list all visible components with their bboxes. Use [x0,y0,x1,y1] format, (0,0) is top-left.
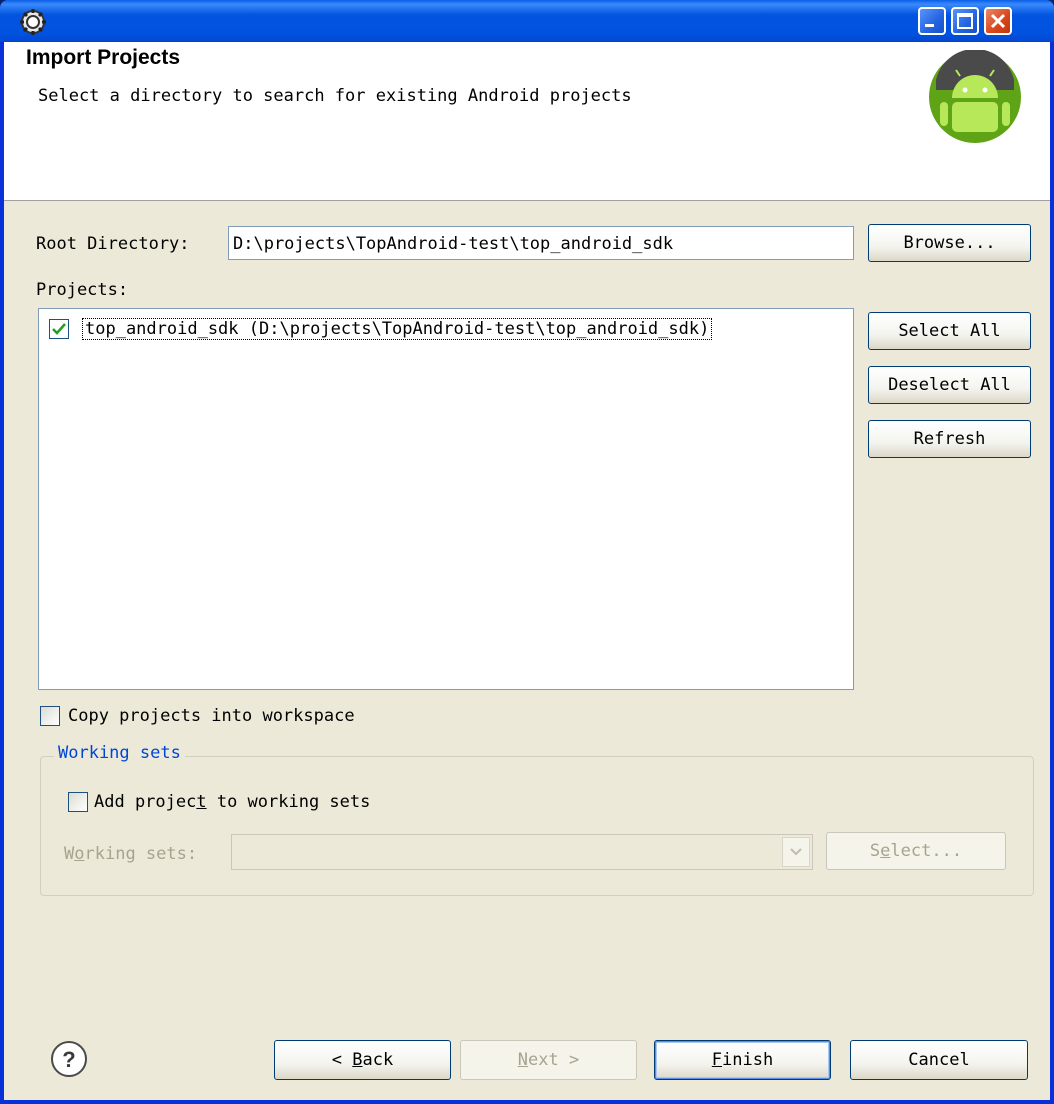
maximize-button[interactable] [951,7,979,35]
checkmark-icon [52,323,66,335]
page-description: Select a directory to search for existin… [38,86,632,106]
finish-label: inish [722,1050,774,1070]
browse-button[interactable]: Browse... [868,224,1031,262]
select-label-part1: S [869,841,881,861]
back-button[interactable]: < Back [274,1040,451,1080]
project-item-label[interactable]: top_android_sdk (D:\projects\TopAndroid-… [82,318,713,340]
next-button[interactable]: Next > [460,1040,637,1080]
project-checkbox[interactable] [49,319,69,339]
working-sets-group-title: Working sets [54,743,185,763]
back-mnemonic: B [352,1050,363,1070]
select-label-part2: lect... [890,841,963,861]
add-to-working-sets-checkbox[interactable] [68,792,88,812]
add-label-part2: to working sets [206,792,371,812]
add-label-part1: Add projec [94,792,197,812]
cancel-button[interactable]: Cancel [850,1040,1028,1080]
add-label-mnemonic: t [196,792,207,812]
minimize-button[interactable] [918,7,946,35]
field-label-part1: W [64,844,75,864]
import-dialog-window: Import Projects Select a directory to se… [0,0,1054,1104]
projects-label: Projects: [36,280,129,300]
copy-projects-checkbox[interactable] [40,706,60,726]
root-directory-label: Root Directory: [36,234,190,254]
field-label-mnemonic: o [74,844,85,864]
close-button[interactable] [984,7,1012,35]
finish-mnemonic: F [711,1050,723,1070]
select-working-sets-button[interactable]: Select... [826,832,1006,870]
refresh-button[interactable]: Refresh [868,420,1031,458]
root-directory-value: D:\projects\TopAndroid-test\top_android_… [233,234,674,254]
projects-list[interactable]: top_android_sdk (D:\projects\TopAndroid-… [38,308,854,690]
maximize-icon [957,13,973,29]
next-label: ext [528,1050,559,1070]
working-sets-group [40,756,1034,896]
eclipse-gear-icon [20,9,46,35]
add-to-working-sets-label[interactable]: Add project to working sets [94,792,370,812]
minimize-icon [925,24,934,27]
finish-button[interactable]: Finish [654,1040,831,1080]
working-sets-field-label: Working sets: [64,844,197,864]
working-sets-combo[interactable] [231,834,813,870]
copy-projects-label[interactable]: Copy projects into workspace [68,706,355,726]
select-label-mnemonic: e [880,841,891,861]
back-label: ack [362,1050,394,1070]
title-bar[interactable] [0,0,1054,42]
close-icon [990,13,1006,29]
combo-dropdown-button[interactable] [782,837,810,867]
next-arrow: > [568,1050,580,1070]
field-label-part2: rking sets: [84,844,198,864]
chevron-down-icon [790,848,802,856]
android-logo [929,50,1021,143]
back-arrow: < [331,1050,343,1070]
next-mnemonic: N [517,1050,529,1070]
help-icon[interactable]: ? [50,1040,88,1078]
svg-text:?: ? [62,1047,75,1072]
deselect-all-button[interactable]: Deselect All [868,366,1031,404]
root-directory-input[interactable]: D:\projects\TopAndroid-test\top_android_… [228,226,854,260]
select-all-button[interactable]: Select All [868,312,1031,350]
page-title: Import Projects [26,46,181,69]
